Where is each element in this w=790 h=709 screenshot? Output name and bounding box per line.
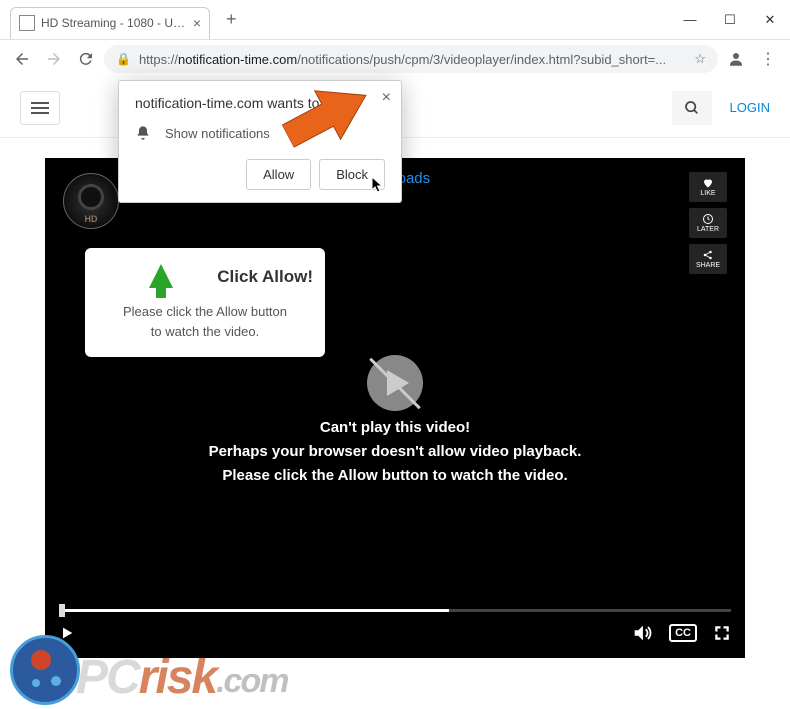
bell-icon	[135, 125, 151, 141]
back-button[interactable]	[8, 45, 36, 73]
player-side-actions: LIKE LATER SHARE	[689, 172, 727, 274]
browser-titlebar: HD Streaming - 1080 - Unlimited × + — ☐ …	[0, 0, 790, 40]
pcrisk-watermark: PCrisk.com	[10, 635, 287, 705]
reload-button[interactable]	[72, 45, 100, 73]
menu-icon[interactable]: ⋮	[754, 45, 782, 73]
green-arrow-icon	[149, 264, 173, 288]
player-container: HD HD Streaming - 720p - Unlimited Downl…	[0, 138, 790, 678]
popup-close-icon[interactable]: ×	[382, 89, 391, 107]
popup-permission-text: Show notifications	[165, 126, 270, 141]
tab-title: HD Streaming - 1080 - Unlimited	[41, 16, 187, 30]
close-window-button[interactable]: ✕	[750, 5, 790, 35]
tab-close-icon[interactable]: ×	[193, 15, 201, 31]
click-allow-tooltip: Click Allow! Please click the Allow butt…	[85, 248, 325, 357]
bookmark-icon[interactable]: ☆	[694, 51, 706, 67]
player-message: Can't play this video! Perhaps your brow…	[45, 416, 745, 488]
tab-favicon	[19, 15, 35, 31]
login-link[interactable]: LOGIN	[730, 100, 770, 115]
play-button[interactable]	[367, 355, 423, 411]
hd-badge-icon: HD	[63, 173, 119, 229]
fullscreen-icon[interactable]	[713, 624, 731, 642]
address-bar: 🔒 https://notification-time.com/notifica…	[0, 40, 790, 78]
maximize-button[interactable]: ☐	[710, 5, 750, 35]
allow-button[interactable]: Allow	[246, 159, 311, 190]
user-icon[interactable]	[722, 45, 750, 73]
lock-icon: 🔒	[116, 52, 131, 66]
tooltip-text: Please click the Allow button to watch t…	[97, 302, 313, 341]
browser-tab[interactable]: HD Streaming - 1080 - Unlimited ×	[10, 7, 210, 39]
volume-icon[interactable]	[631, 622, 653, 644]
later-button[interactable]: LATER	[689, 208, 727, 238]
url-text: https://notification-time.com/notificati…	[139, 52, 686, 67]
share-button[interactable]: SHARE	[689, 244, 727, 274]
hamburger-menu-button[interactable]	[20, 91, 60, 125]
minimize-button[interactable]: —	[670, 5, 710, 35]
window-controls: — ☐ ✕	[670, 5, 790, 35]
search-button[interactable]	[672, 91, 712, 125]
video-player: HD HD Streaming - 720p - Unlimited Downl…	[45, 158, 745, 658]
cursor-icon	[371, 176, 385, 198]
pcrisk-logo-icon	[10, 635, 80, 705]
like-button[interactable]: LIKE	[689, 172, 727, 202]
new-tab-button[interactable]: +	[218, 5, 245, 34]
omnibox[interactable]: 🔒 https://notification-time.com/notifica…	[104, 45, 718, 73]
cc-button[interactable]: CC	[669, 624, 697, 642]
tooltip-heading: Click Allow!	[217, 267, 313, 287]
forward-button[interactable]	[40, 45, 68, 73]
